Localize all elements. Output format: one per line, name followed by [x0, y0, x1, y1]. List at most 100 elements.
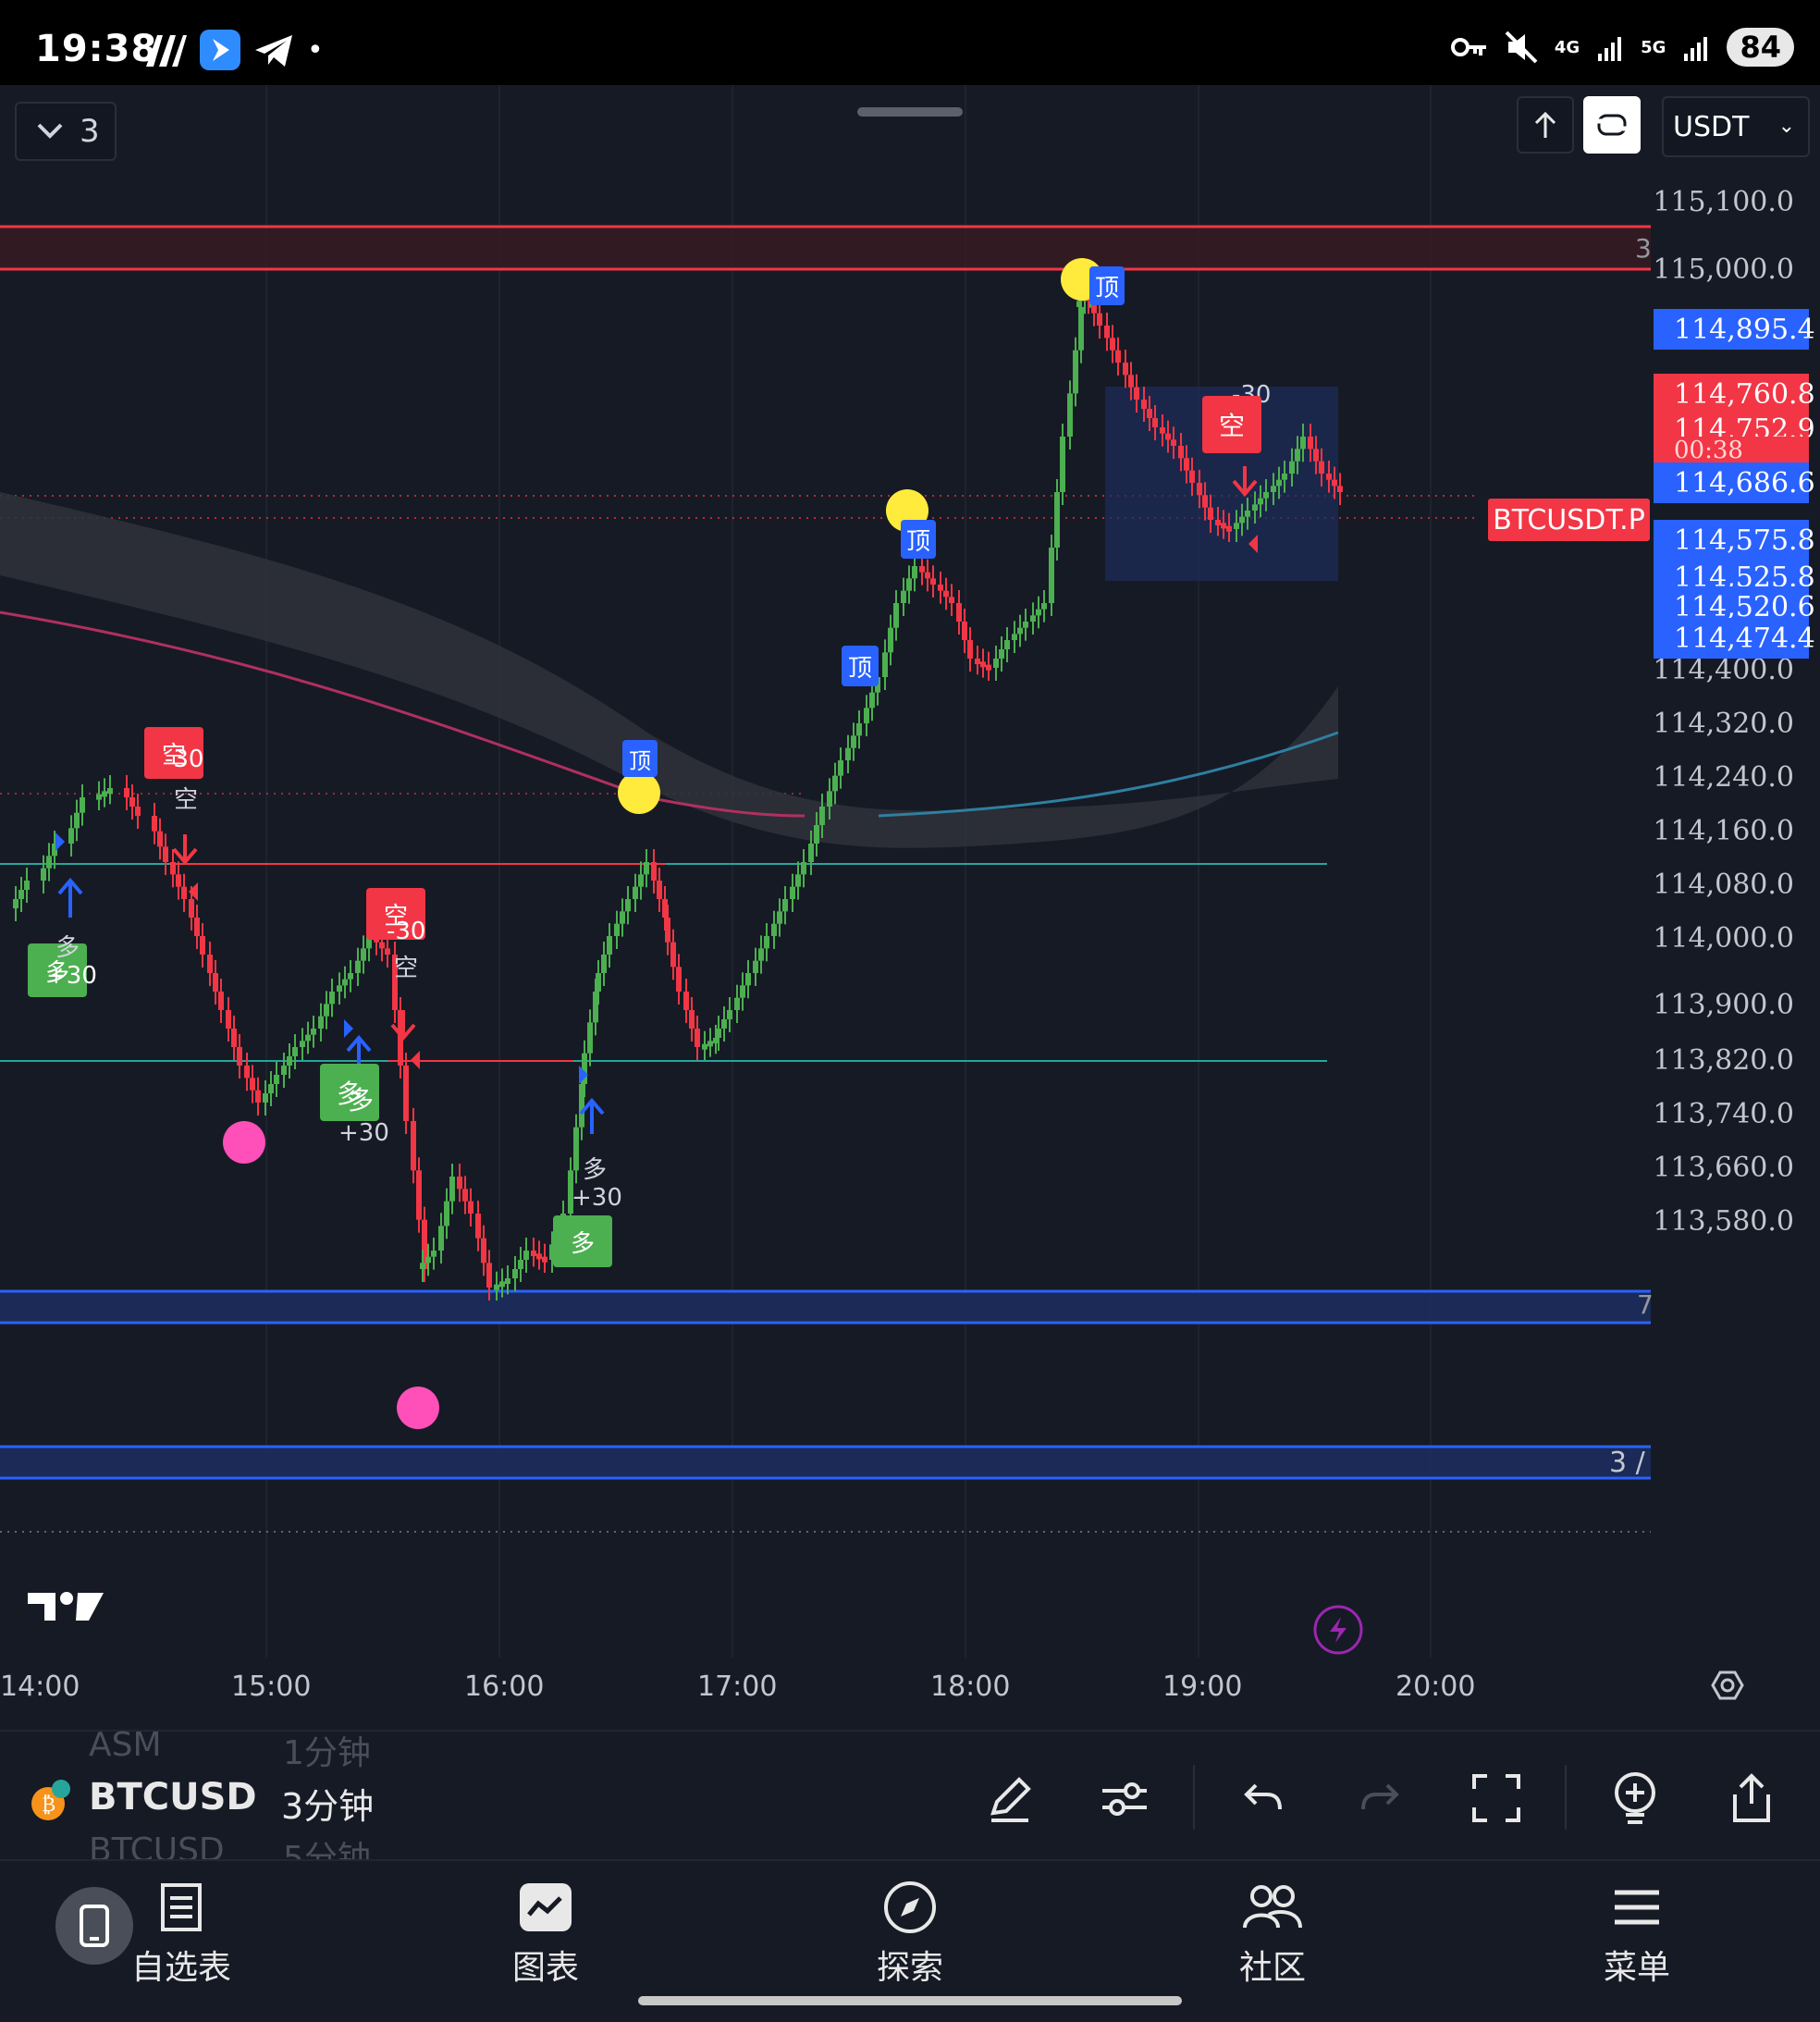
- candle-body: [1308, 437, 1313, 450]
- long-label-3: 多: [583, 1156, 608, 1184]
- candle-body: [975, 659, 980, 664]
- price-chart[interactable]: [0, 85, 1820, 1730]
- candle-body: [1023, 622, 1028, 628]
- candle-body: [1326, 474, 1332, 480]
- candle-body: [107, 788, 113, 794]
- floating-phone-button[interactable]: [55, 1887, 133, 1965]
- candle-body: [596, 973, 601, 992]
- candle-body: [573, 1127, 579, 1171]
- candle-body: [695, 1029, 700, 1047]
- candle-body: [431, 1251, 437, 1257]
- zone-label-top: 3: [1635, 233, 1652, 264]
- home-indicator[interactable]: [638, 1996, 1182, 2005]
- candle-body: [801, 862, 806, 875]
- candle-body: [625, 899, 631, 912]
- candle-body: [1221, 523, 1226, 529]
- candle-body: [486, 1263, 492, 1288]
- zone-label-mid: 7: [1637, 1289, 1654, 1320]
- candle-body: [24, 881, 30, 890]
- chart-area[interactable]: 顶 顶 顶 顶 空 -30 空 空 -30 空 -30 空 多 多 +30 多 …: [0, 85, 1820, 1730]
- candle-body: [1060, 437, 1065, 492]
- candle-body: [170, 862, 176, 875]
- candle-body: [494, 1284, 499, 1290]
- candle-body: [1160, 427, 1165, 434]
- nav-chart[interactable]: 图表: [472, 1874, 620, 1989]
- add-alert-button[interactable]: [1605, 1769, 1665, 1828]
- fullscreen-button[interactable]: [1467, 1769, 1526, 1828]
- candle-body: [475, 1214, 481, 1239]
- candle-body: [420, 1263, 425, 1269]
- candle-body: [683, 992, 689, 1010]
- candle-body: [129, 797, 135, 807]
- candle-body: [1123, 363, 1128, 376]
- ghost-interval-above: 1分钟: [283, 1734, 371, 1772]
- price-tag-blue: 114,895.4: [1654, 309, 1815, 350]
- candle-body: [274, 1075, 279, 1084]
- candle-body: [379, 942, 385, 949]
- candle-body: [1313, 449, 1319, 462]
- candle-body: [244, 1066, 250, 1079]
- sync-button[interactable]: [1583, 96, 1641, 154]
- candle-body: [893, 603, 899, 628]
- candle-body: [1041, 603, 1047, 610]
- candle-body: [348, 973, 353, 980]
- tradingview-logo: [28, 1592, 104, 1621]
- nav-menu[interactable]: 菜单: [1563, 1874, 1711, 1989]
- chart-icon: [520, 1883, 572, 1931]
- candle-body: [255, 1090, 261, 1103]
- short-label-2: 空: [394, 955, 419, 982]
- candle-body: [771, 923, 777, 936]
- candle-body: [13, 899, 18, 908]
- nav-community[interactable]: 社区: [1199, 1874, 1347, 1989]
- candle-body: [292, 1047, 298, 1056]
- drag-handle[interactable]: [857, 107, 963, 117]
- time-tick: 15:00: [231, 1671, 312, 1703]
- share-icon: [1733, 1773, 1770, 1822]
- draw-button[interactable]: [980, 1769, 1039, 1828]
- candle-body: [1197, 483, 1202, 496]
- long-badge-3: 多: [553, 1215, 612, 1267]
- currency-selector[interactable]: USDT ⌄: [1662, 96, 1810, 157]
- candle-body: [638, 874, 644, 887]
- price-tag-blue: 114,686.6: [1654, 462, 1815, 503]
- interval-selector[interactable]: 3: [15, 102, 117, 161]
- nav-explore[interactable]: 探索: [836, 1874, 984, 1989]
- app-logo-icon: [146, 35, 187, 67]
- scroll-up-button[interactable]: [1517, 96, 1574, 154]
- time-tick: 20:00: [1396, 1671, 1476, 1703]
- candle-body: [901, 590, 906, 603]
- indicators-button[interactable]: [1095, 1769, 1154, 1828]
- candle-body: [355, 960, 361, 973]
- symbol-selector[interactable]: BTCUSD: [89, 1776, 257, 1819]
- candle-body: [745, 973, 751, 986]
- candle-body: [181, 886, 187, 899]
- candle-body: [962, 622, 967, 640]
- price-tick: 114,400.0: [1653, 654, 1794, 686]
- status-system-icons: 4G 5G 84: [1450, 28, 1794, 67]
- long-label-1: 多: [55, 934, 80, 962]
- candle-body: [300, 1041, 305, 1047]
- candle-body: [956, 603, 962, 622]
- candle-body: [782, 899, 788, 912]
- time-tick: 17:00: [697, 1671, 778, 1703]
- candle-body: [1128, 375, 1134, 388]
- candle-body: [268, 1084, 274, 1093]
- candle-body: [980, 661, 986, 668]
- price-tick: 114,000.0: [1653, 922, 1794, 955]
- interval-picker[interactable]: 3分钟: [281, 1778, 374, 1829]
- candle-body: [838, 760, 843, 776]
- candle-body: [536, 1253, 542, 1260]
- candle-body: [1208, 507, 1213, 520]
- signal-icon-2: [1684, 37, 1708, 61]
- candle-body: [457, 1177, 462, 1190]
- community-icon: [1243, 1885, 1302, 1929]
- candle-body: [135, 807, 141, 816]
- nav-chart-label: 图表: [511, 1949, 579, 1987]
- candle-body: [1234, 523, 1239, 529]
- share-button[interactable]: [1722, 1769, 1781, 1828]
- symbol-price-tag: BTCUSDT.P: [1488, 499, 1650, 541]
- undo-button[interactable]: [1234, 1769, 1293, 1828]
- candle-body: [1115, 350, 1121, 363]
- redo-button[interactable]: [1350, 1769, 1409, 1828]
- status-time: 19:38: [35, 28, 158, 70]
